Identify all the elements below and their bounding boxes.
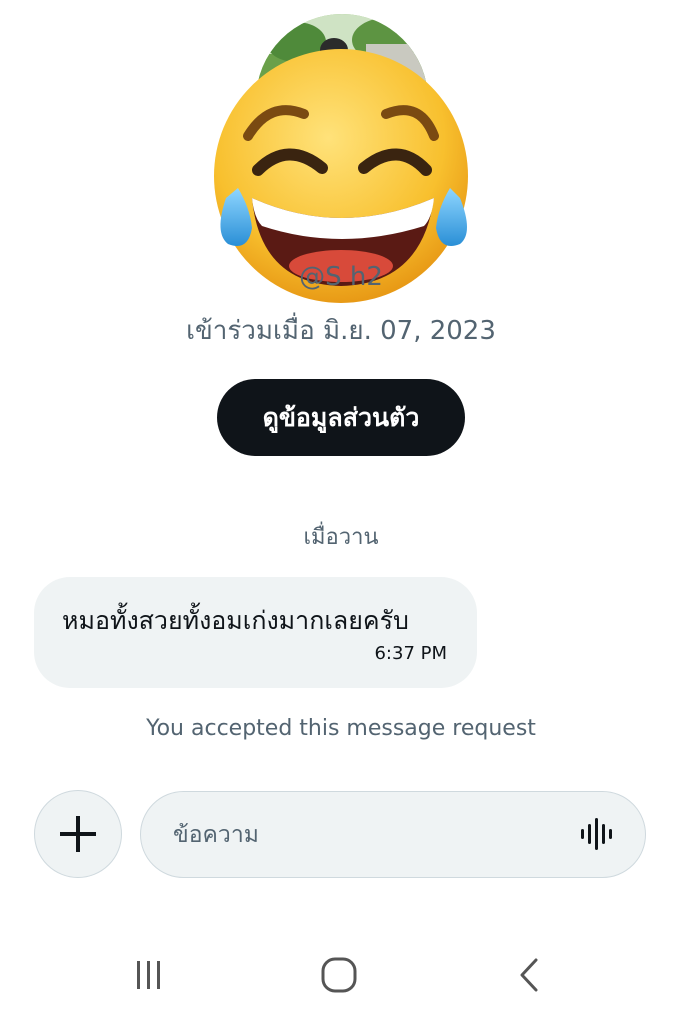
voice-message-button[interactable] — [579, 816, 615, 852]
back-button[interactable] — [500, 950, 560, 1000]
recent-apps-button[interactable] — [119, 950, 179, 1000]
date-separator: เมื่อวาน — [303, 525, 379, 550]
home-button[interactable] — [309, 950, 369, 1000]
profile-handle: @S h2 — [299, 262, 383, 292]
back-icon — [520, 958, 538, 992]
view-profile-button[interactable]: ดูข้อมูลส่วนตัว — [217, 379, 465, 456]
joined-date: เข้าร่วมเมื่อ มิ.ย. 07, 2023 — [186, 316, 496, 346]
plus-icon — [60, 816, 96, 852]
home-icon — [321, 957, 357, 993]
message-composer — [140, 791, 646, 878]
message-bubble[interactable]: หมอทั้งสวยทั้งอมเก่งมากเลยครับ 6:37 PM — [34, 577, 477, 688]
add-attachment-button[interactable] — [34, 790, 122, 878]
request-accepted-notice: You accepted this message request — [146, 716, 536, 741]
recent-apps-icon — [137, 961, 160, 989]
voice-wave-icon — [581, 818, 612, 850]
message-text: หมอทั้งสวยทั้งอมเก่งมากเลยครับ — [62, 606, 409, 635]
dm-conversation-screen: @S h2 เข้าร่วมเมื่อ มิ.ย. 07, 2023 ดูข้อ… — [0, 0, 682, 1024]
message-timestamp: 6:37 PM — [374, 643, 447, 664]
message-input[interactable] — [171, 792, 555, 878]
